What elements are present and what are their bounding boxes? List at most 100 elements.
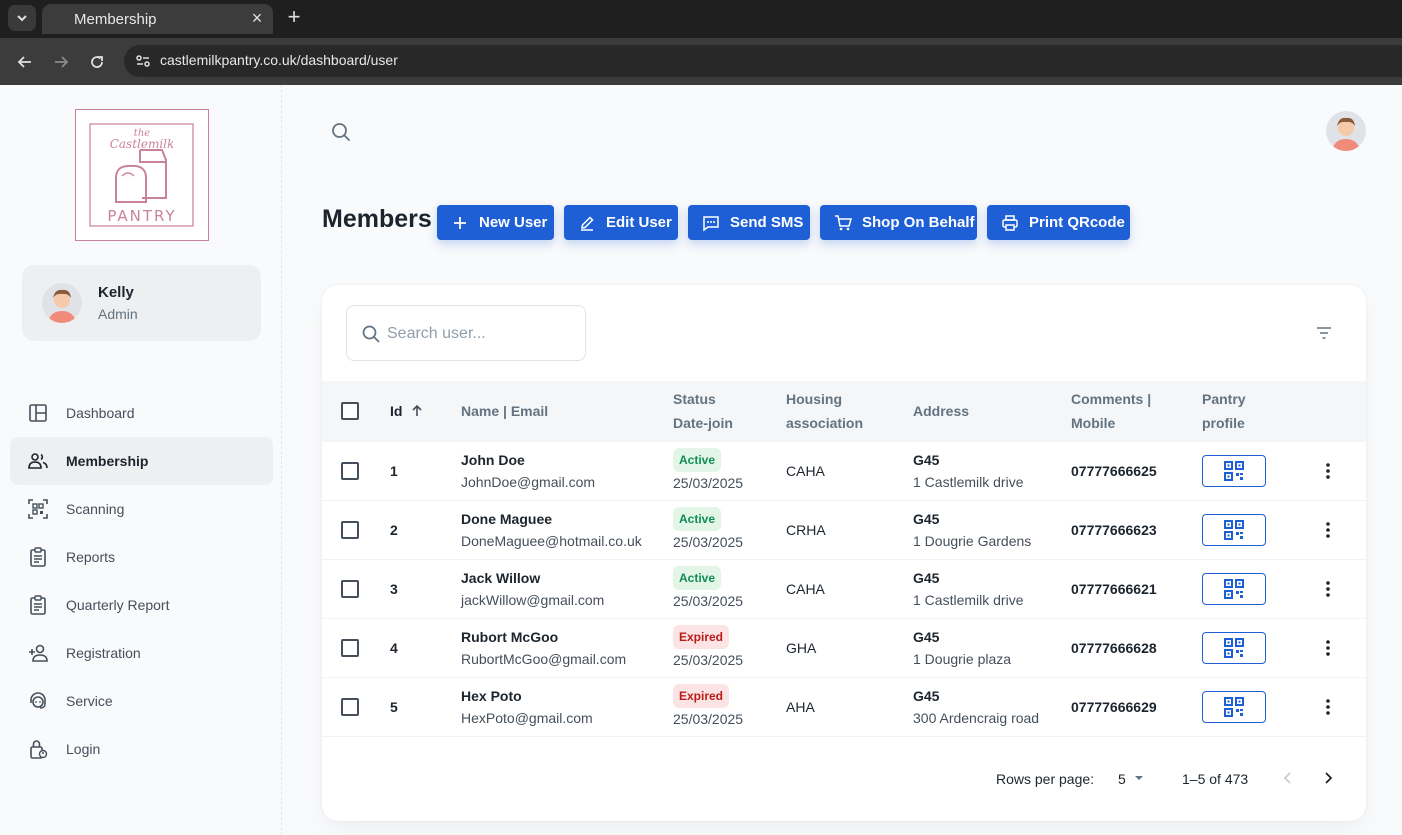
add-person-icon (29, 644, 48, 662)
row-actions-button[interactable] (1318, 461, 1338, 481)
print-qrcode-button[interactable]: Print QRcode (987, 205, 1130, 240)
tab-search-button[interactable] (8, 5, 36, 31)
date-joined: 25/03/2025 (673, 534, 744, 550)
search-user-field[interactable] (346, 305, 586, 361)
sidebar-item-membership[interactable]: Membership (10, 437, 273, 485)
back-icon[interactable] (13, 50, 37, 74)
housing-association: AHA (786, 699, 815, 715)
forward-icon[interactable] (49, 50, 73, 74)
postcode: G45 (913, 688, 940, 704)
sidebar-item-dashboard[interactable]: Dashboard (10, 389, 273, 437)
table-row[interactable]: 2 Done Maguee DoneMaguee@hotmail.co.uk Acti… (322, 501, 1366, 560)
sidebar-item-label: Membership (66, 453, 149, 469)
caret-down-icon[interactable] (1132, 771, 1146, 785)
member-id: 1 (390, 463, 398, 479)
qr-code-icon (1224, 520, 1244, 540)
pantry-profile-qr-button[interactable] (1202, 573, 1266, 605)
row-checkbox[interactable] (341, 462, 359, 480)
tab-title: Membership (74, 11, 157, 28)
new-user-button[interactable]: New User (437, 205, 554, 240)
next-page-icon[interactable] (1318, 768, 1338, 788)
row-checkbox[interactable] (341, 639, 359, 657)
browser-tab[interactable]: Membership × (42, 4, 273, 34)
table-row[interactable]: 4 Rubort McGoo RubortMcGoo@gmail.com Expire… (322, 619, 1366, 678)
printer-icon (1001, 214, 1019, 232)
qr-scan-icon (28, 499, 48, 519)
user-role: Admin (98, 306, 138, 322)
member-email: RubortMcGoo@gmail.com (461, 651, 627, 667)
postcode: G45 (913, 511, 940, 527)
street-address: 1 Dougrie Gardens (913, 533, 1032, 549)
url-text: castlemilkpantry.co.uk/dashboard/user (160, 52, 398, 68)
svg-text:Castlemilk: Castlemilk (110, 137, 175, 151)
chat-icon (702, 214, 720, 232)
table-row[interactable]: 1 John Doe JohnDoe@gmail.com Active 25/03/20… (322, 442, 1366, 501)
row-checkbox[interactable] (341, 580, 359, 598)
edit-icon (578, 214, 596, 232)
row-actions-button[interactable] (1318, 579, 1338, 599)
column-name-email[interactable]: Name | Email (461, 399, 548, 423)
column-housing[interactable]: Housing association (786, 387, 863, 435)
address-bar[interactable]: castlemilkpantry.co.uk/dashboard/user (124, 45, 1402, 77)
column-address[interactable]: Address (913, 399, 969, 423)
table-row[interactable]: 5 Hex Poto HexPoto@gmail.com Expired 25/03/2… (322, 678, 1366, 737)
send-sms-button[interactable]: Send SMS (688, 205, 810, 240)
previous-page-icon[interactable] (1278, 768, 1298, 788)
members-table-card: Id Name | Email StatusDate-join Housinga… (322, 285, 1366, 821)
sidebar-item-login[interactable]: Login (10, 725, 273, 773)
new-tab-icon[interactable]: + (284, 6, 304, 28)
pantry-profile-qr-button[interactable] (1202, 455, 1266, 487)
account-avatar[interactable] (1326, 111, 1366, 151)
postcode: G45 (913, 452, 940, 468)
pantry-profile-qr-button[interactable] (1202, 514, 1266, 546)
column-comments[interactable]: Comments | Mobile (1071, 387, 1151, 435)
housing-association: CRHA (786, 522, 826, 538)
edit-user-button[interactable]: Edit User (564, 205, 678, 240)
filter-icon[interactable] (1312, 323, 1336, 343)
pantry-profile-qr-button[interactable] (1202, 632, 1266, 664)
rows-per-page-select[interactable]: 5 (1118, 771, 1126, 787)
more-vertical-icon (1326, 581, 1330, 597)
status-badge: Active (673, 566, 722, 590)
sidebar-item-label: Registration (66, 645, 141, 661)
search-icon (362, 325, 380, 343)
date-joined: 25/03/2025 (673, 652, 744, 668)
status-badge: Expired (673, 684, 730, 708)
svg-text:PANTRY: PANTRY (107, 207, 176, 225)
page-title: Members (322, 205, 432, 233)
new-user-label: New User (479, 214, 548, 231)
status-badge: Active (673, 448, 722, 472)
cart-icon (834, 214, 852, 232)
sidebar-item-reports[interactable]: Reports (10, 533, 273, 581)
postcode: G45 (913, 570, 940, 586)
pantry-profile-qr-button[interactable] (1202, 691, 1266, 723)
site-info-icon[interactable] (132, 50, 154, 72)
sidebar-item-service[interactable]: Service (10, 677, 273, 725)
row-actions-button[interactable] (1318, 697, 1338, 717)
housing-association: CAHA (786, 581, 825, 597)
qr-code-icon (1224, 697, 1244, 717)
table-row[interactable]: 3 Jack Willow jackWillow@gmail.com Active 25… (322, 560, 1366, 619)
search-icon[interactable] (330, 121, 352, 143)
row-actions-button[interactable] (1318, 520, 1338, 540)
search-user-input[interactable] (387, 322, 577, 346)
reload-icon[interactable] (85, 50, 109, 74)
row-checkbox[interactable] (341, 698, 359, 716)
member-name: Done Maguee (461, 511, 553, 527)
row-actions-button[interactable] (1318, 638, 1338, 658)
column-status[interactable]: Status Date-join (673, 387, 733, 435)
member-name: Jack Willow (461, 570, 541, 586)
user-card[interactable]: Kelly Admin (22, 265, 261, 341)
sidebar-item-quarterly-report[interactable]: Quarterly Report (10, 581, 273, 629)
sidebar-item-scanning[interactable]: Scanning (10, 485, 273, 533)
castlemilk-pantry-logo[interactable]: the Castlemilk PANTRY (75, 109, 209, 241)
row-checkbox[interactable] (341, 521, 359, 539)
shop-on-behalf-button[interactable]: Shop On Behalf (820, 205, 977, 240)
column-pantry-profile: Pantry profile (1202, 391, 1246, 431)
tab-close-icon[interactable]: × (249, 9, 265, 27)
member-id: 5 (390, 699, 398, 715)
sidebar-nav: Dashboard Membership Scanning Reports Qu… (10, 389, 273, 773)
column-id[interactable]: Id (390, 399, 424, 423)
select-all-checkbox[interactable] (341, 402, 359, 420)
sidebar-item-registration[interactable]: Registration (10, 629, 273, 677)
